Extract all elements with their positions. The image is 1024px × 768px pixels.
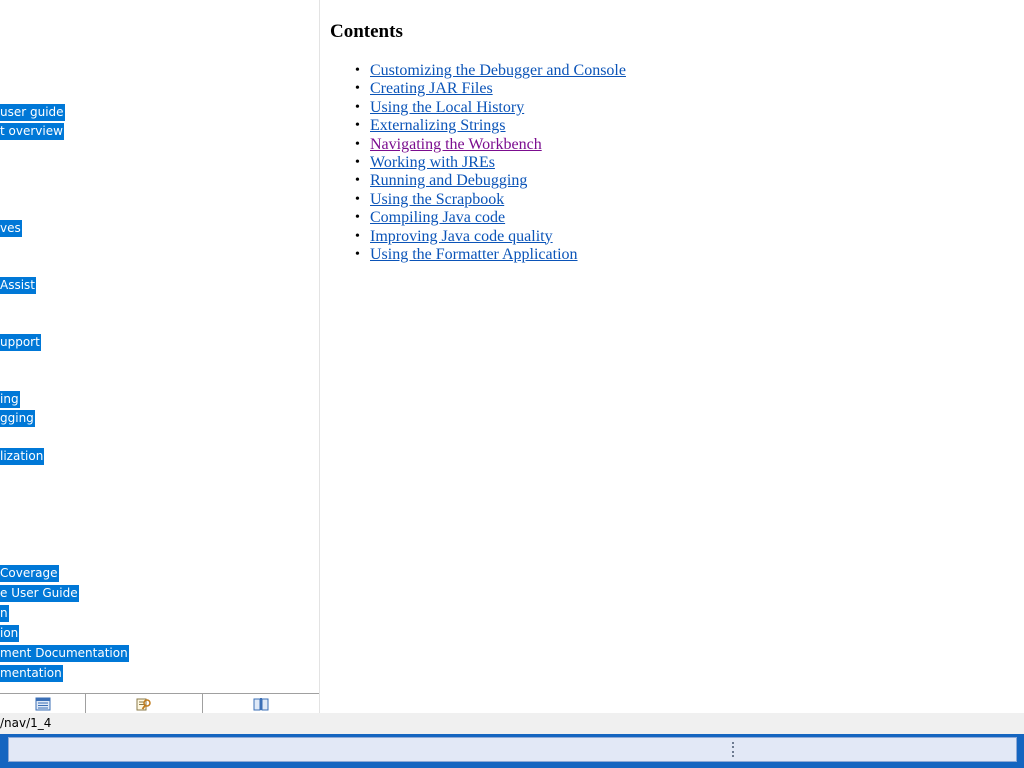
help-window: user guide t overview ves Assist upport … <box>0 0 1024 768</box>
status-bar: /nav/1_4 <box>0 713 1024 734</box>
bullet-icon: • <box>355 246 360 262</box>
bullet-icon: • <box>355 118 360 134</box>
search-results-icon <box>136 698 151 711</box>
contents-list-item: • Compiling Java code <box>355 209 626 227</box>
taskbar-panel <box>8 737 1017 762</box>
toc-item-ion[interactable]: ion <box>0 625 20 642</box>
contents-link[interactable]: Creating JAR Files <box>370 80 493 97</box>
contents-link-list: • Customizing the Debugger and Console • Cr… <box>330 62 626 264</box>
bullet-icon: • <box>355 154 360 170</box>
taskbar <box>0 734 1024 768</box>
contents-link[interactable]: Running and Debugging <box>370 172 527 189</box>
toc-item-content-assist[interactable]: Assist <box>0 277 37 294</box>
nav-tab-bar <box>0 693 319 713</box>
resize-grip[interactable] <box>732 742 734 757</box>
toc-item-documentation[interactable]: mentation <box>0 665 63 682</box>
bookmarks-icon <box>253 698 269 711</box>
toc-item-support[interactable]: upport <box>0 334 41 351</box>
contents-link[interactable]: Working with JREs <box>370 154 495 171</box>
tab-search-results[interactable] <box>86 694 203 713</box>
contents-list-item: • Using the Scrapbook <box>355 191 626 209</box>
toc-item-user-guide[interactable]: user guide <box>0 104 65 121</box>
contents-list-item: • Creating JAR Files <box>355 80 626 98</box>
bullet-icon: • <box>355 136 360 152</box>
bullet-icon: • <box>355 99 360 115</box>
toc-item-debugging[interactable]: gging <box>0 410 35 427</box>
bullet-icon: • <box>355 191 360 207</box>
bullet-icon: • <box>355 63 360 78</box>
toc-item-development-documentation[interactable]: ment Documentation <box>0 645 129 662</box>
toc-item-localization[interactable]: lization <box>0 448 45 465</box>
toc-item-coverage[interactable]: Coverage <box>0 565 59 582</box>
contents-link[interactable]: Customizing the Debugger and Console <box>370 62 626 79</box>
contents-icon <box>35 697 50 711</box>
bullet-icon: • <box>355 228 360 244</box>
page-title: Contents <box>330 21 403 42</box>
bullet-icon: • <box>355 81 360 97</box>
contents-link[interactable]: Compiling Java code <box>370 209 505 226</box>
contents-list-item: • Working with JREs <box>355 154 626 172</box>
contents-link[interactable]: Using the Local History <box>370 99 524 116</box>
contents-link[interactable]: Navigating the Workbench <box>370 136 542 153</box>
tab-contents[interactable] <box>0 694 86 713</box>
toc-item-user-guide-2[interactable]: e User Guide <box>0 585 79 602</box>
contents-list-item: • Running and Debugging <box>355 172 626 190</box>
bullet-icon: • <box>355 210 360 226</box>
toc-item-perspectives[interactable]: ves <box>0 220 22 237</box>
toc-item-ing[interactable]: ing <box>0 391 20 408</box>
contents-list-item: • Improving Java code quality <box>355 228 626 246</box>
content-pane: Contents • Customizing the Debugger and C… <box>320 0 1024 713</box>
contents-link[interactable]: Improving Java code quality <box>370 228 553 245</box>
contents-list-item: • Externalizing Strings <box>355 117 626 135</box>
contents-list-item: • Customizing the Debugger and Console <box>355 62 626 80</box>
bullet-icon: • <box>355 173 360 189</box>
contents-link[interactable]: Using the Formatter Application <box>370 246 578 263</box>
contents-list-item: • Navigating the Workbench <box>355 136 626 154</box>
toc-pane: user guide t overview ves Assist upport … <box>0 0 320 713</box>
contents-list-item: • Using the Formatter Application <box>355 246 626 264</box>
tab-bookmarks[interactable] <box>203 694 319 713</box>
toc-item-n[interactable]: n <box>0 605 9 622</box>
toc-item-overview[interactable]: t overview <box>0 123 64 140</box>
contents-link[interactable]: Externalizing Strings <box>370 117 506 134</box>
contents-list-item: • Using the Local History <box>355 99 626 117</box>
contents-link[interactable]: Using the Scrapbook <box>370 191 504 208</box>
status-url: /nav/1_4 <box>0 716 52 730</box>
